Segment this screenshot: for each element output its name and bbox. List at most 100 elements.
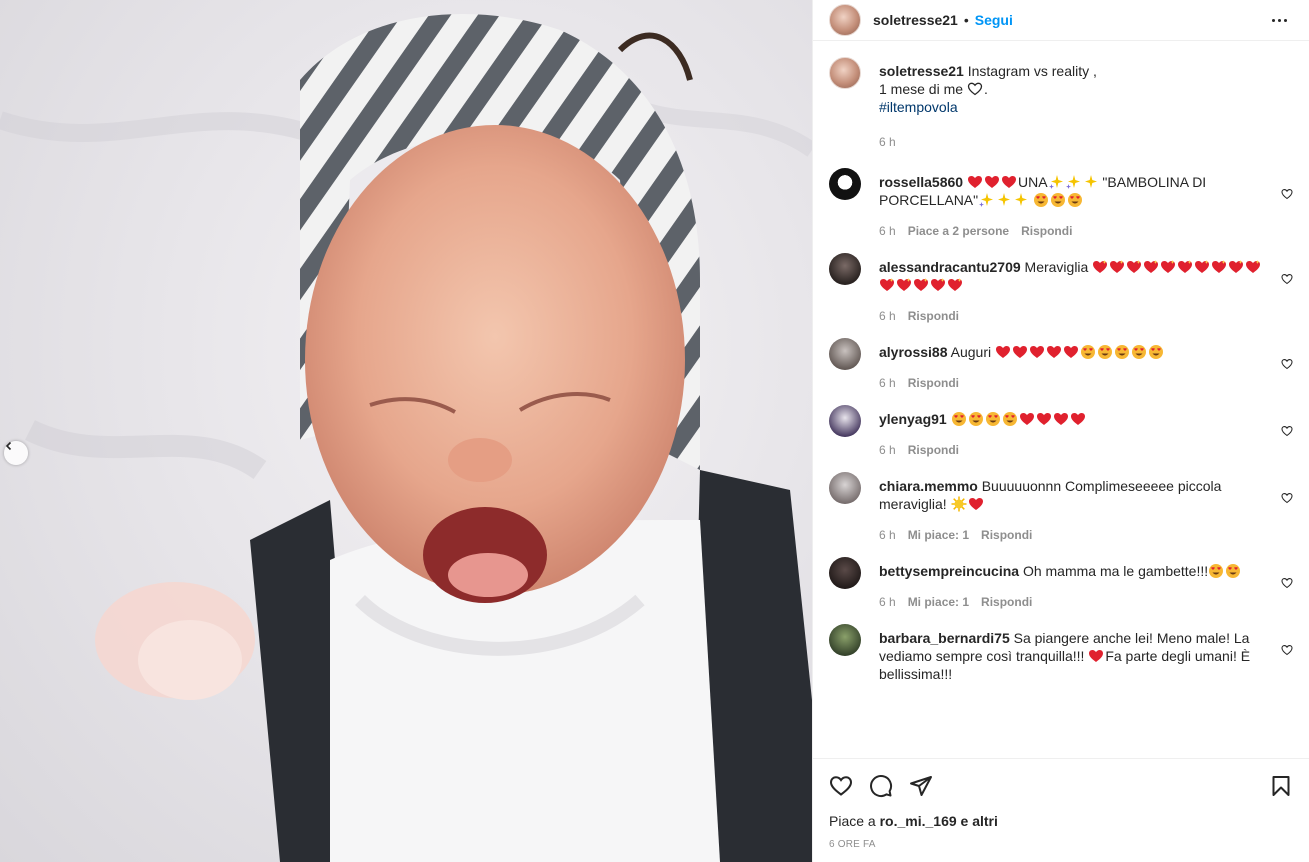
comment-item: alessandracantu2709 Meraviglia 6 h Rispo…: [829, 239, 1293, 324]
red-heart-emoji-icon: [1036, 413, 1051, 425]
comment-time[interactable]: 6 h: [879, 375, 896, 391]
comment-time[interactable]: 6 h: [879, 594, 896, 610]
bookmark-icon[interactable]: [1269, 774, 1293, 798]
red-heart-emoji-icon: [1063, 346, 1078, 358]
comment-likes[interactable]: Mi piace: 1: [908, 594, 969, 610]
sparkling-heart-emoji-icon: [880, 278, 894, 291]
caption-avatar[interactable]: [829, 57, 861, 89]
commenter-avatar[interactable]: [829, 624, 861, 656]
caption-hashtag[interactable]: #iltempovola: [879, 99, 958, 115]
post-timestamp[interactable]: 6 ORE FA: [829, 839, 876, 850]
comment-time[interactable]: 6 h: [879, 527, 896, 543]
sparkling-heart-emoji-icon: [1212, 260, 1227, 273]
commenter-username[interactable]: alessandracantu2709: [879, 259, 1021, 275]
sparkles-emoji-icon: [1015, 193, 1028, 206]
comment-likes[interactable]: Piace a 2 persone: [908, 223, 1009, 239]
red-heart-emoji-icon: [995, 346, 1010, 358]
caption-username[interactable]: soletresse21: [879, 63, 964, 79]
commenter-username[interactable]: bettysempreincucina: [879, 563, 1019, 579]
follow-button[interactable]: Segui: [975, 12, 1013, 28]
red-heart-emoji-icon: [1089, 650, 1104, 662]
like-comment-heart-icon[interactable]: [1281, 644, 1293, 656]
caption-line1: Instagram vs reality ,: [967, 63, 1097, 79]
comment-time[interactable]: 6 h: [879, 308, 896, 324]
more-options-button[interactable]: [1266, 13, 1293, 28]
commenter-avatar[interactable]: [829, 557, 861, 589]
like-comment-heart-icon[interactable]: [1281, 188, 1293, 200]
separator-dot: •: [963, 12, 969, 28]
commenter-avatar[interactable]: [829, 338, 861, 370]
comment-time[interactable]: 6 h: [879, 223, 896, 239]
like-comment-heart-icon[interactable]: [1281, 273, 1293, 285]
comments-list[interactable]: soletresse21 Instagram vs reality , 1 me…: [813, 57, 1309, 758]
red-heart-emoji-icon: [1012, 346, 1027, 358]
sparkling-heart-emoji-icon: [1178, 260, 1193, 273]
comment-text: Oh mamma ma le gambette!!!: [1022, 563, 1209, 579]
commenter-avatar[interactable]: [829, 405, 861, 437]
commenter-avatar[interactable]: [829, 168, 861, 200]
caption: soletresse21 Instagram vs reality , 1 me…: [829, 57, 1293, 150]
commenter-username[interactable]: rossella5860: [879, 174, 963, 190]
commenter-avatar[interactable]: [829, 472, 861, 504]
heart-eyes-emoji-icon: [1068, 193, 1083, 207]
likes-others-link[interactable]: e altri: [961, 813, 998, 829]
sparkles-emoji-icon: [1065, 175, 1080, 189]
sparkling-heart-emoji-icon: [931, 278, 945, 291]
commenter-username[interactable]: alyrossi88: [879, 344, 948, 360]
commenter-username[interactable]: chiara.memmo: [879, 478, 978, 494]
sparkling-heart-emoji-icon: [1093, 260, 1108, 273]
reply-button[interactable]: Rispondi: [908, 442, 959, 458]
sparkling-heart-emoji-icon: [1110, 260, 1125, 273]
chevron-left-icon: [5, 441, 12, 451]
red-heart-emoji-icon: [1001, 176, 1016, 188]
like-comment-heart-icon[interactable]: [1281, 358, 1293, 370]
share-icon[interactable]: [909, 774, 933, 798]
commenter-username[interactable]: ylenyag91: [879, 411, 947, 427]
reply-button[interactable]: Rispondi: [981, 594, 1032, 610]
comment-text: UNA: [1017, 174, 1048, 190]
comment-item: bettysempreincucina Oh mamma ma le gambe…: [829, 543, 1293, 610]
caption-time[interactable]: 6 h: [879, 134, 896, 150]
comment-item: rossella5860 UNA "BAMBOLINA DI PORCELLAN…: [829, 154, 1293, 239]
reply-button[interactable]: Rispondi: [1021, 223, 1072, 239]
sparkles-emoji-icon: [979, 193, 994, 207]
like-comment-heart-icon[interactable]: [1281, 492, 1293, 504]
commenter-avatar[interactable]: [829, 253, 861, 285]
heart-eyes-emoji-icon: [1148, 345, 1163, 359]
reply-button[interactable]: Rispondi: [908, 308, 959, 324]
heart-eyes-emoji-icon: [1131, 345, 1146, 359]
red-heart-emoji-icon: [1019, 413, 1034, 425]
like-comment-heart-icon[interactable]: [1281, 425, 1293, 437]
sparkling-heart-emoji-icon: [1161, 260, 1176, 273]
caption-line2: 1 mese di me: [879, 81, 964, 97]
reply-button[interactable]: Rispondi: [981, 527, 1032, 543]
comment-item: chiara.memmo Buuuuuonnn Complimeseeeee p…: [829, 458, 1293, 543]
author-username[interactable]: soletresse21: [873, 12, 958, 28]
reply-button[interactable]: Rispondi: [908, 375, 959, 391]
comment-text: Meraviglia: [1024, 259, 1089, 275]
sparkling-heart-emoji-icon: [1246, 260, 1261, 273]
heart-eyes-emoji-icon: [1226, 564, 1241, 578]
comment-item: ylenyag91 6 h Rispondi: [829, 391, 1293, 458]
like-comment-heart-icon[interactable]: [1281, 577, 1293, 589]
post-photo[interactable]: [0, 0, 812, 862]
sparkles-emoji-icon: [998, 193, 1011, 206]
heart-eyes-emoji-icon: [1002, 412, 1017, 426]
sparkling-heart-emoji-icon: [1229, 260, 1244, 273]
comment-icon[interactable]: [869, 774, 893, 798]
comment-likes[interactable]: Mi piace: 1: [908, 527, 969, 543]
sparkling-heart-emoji-icon: [897, 278, 911, 291]
comment-time[interactable]: 6 h: [879, 442, 896, 458]
heart-eyes-emoji-icon: [1114, 345, 1129, 359]
baby-photo-illustration: [0, 14, 812, 862]
red-heart-emoji-icon: [1070, 413, 1085, 425]
carousel-prev-button[interactable]: [4, 441, 28, 465]
commenter-username[interactable]: barbara_bernardi75: [879, 630, 1010, 646]
liker-username[interactable]: ro._mi._169: [880, 813, 957, 829]
heart-icon[interactable]: [829, 774, 853, 798]
heart-outline-emoji-icon: [967, 82, 983, 96]
author-avatar[interactable]: [829, 4, 861, 36]
red-heart-emoji-icon: [967, 176, 982, 188]
more-icon: [1272, 18, 1275, 22]
sparkles-emoji-icon: [1084, 175, 1097, 188]
